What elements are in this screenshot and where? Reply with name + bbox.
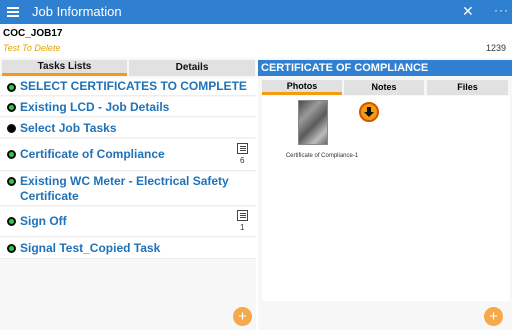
close-icon[interactable]: ✕ bbox=[462, 3, 474, 19]
task-item[interactable]: Sign Off 1 bbox=[0, 207, 256, 237]
notes-icon[interactable] bbox=[237, 210, 248, 221]
photos-area: Certificate of Compliance-1 bbox=[262, 96, 510, 301]
tab-notes[interactable]: Notes bbox=[344, 80, 424, 95]
task-label: Signal Test_Copied Task bbox=[20, 241, 161, 255]
task-label: Existing LCD - Job Details bbox=[20, 100, 170, 114]
tasks-pane: Tasks Lists Details SELECT CERTIFICATES … bbox=[0, 58, 256, 330]
tab-details[interactable]: Details bbox=[129, 60, 255, 76]
notes-count: 1 bbox=[240, 223, 245, 232]
photo-caption: Certificate of Compliance-1 bbox=[285, 153, 359, 159]
job-number: 1239 bbox=[485, 43, 506, 53]
task-label: Select Job Tasks bbox=[20, 121, 117, 135]
job-id: COC_JOB17 bbox=[3, 28, 63, 39]
status-dot-icon bbox=[7, 150, 16, 159]
task-label: Certificate of Compliance bbox=[20, 147, 165, 161]
status-dot-icon bbox=[7, 103, 16, 112]
task-label-continued: Certificate bbox=[20, 189, 79, 203]
status-dot-icon bbox=[7, 124, 16, 133]
task-item[interactable]: SELECT CERTIFICATES TO COMPLETE bbox=[0, 78, 256, 96]
task-item[interactable]: Existing LCD - Job Details bbox=[0, 97, 256, 117]
photo-thumbnail[interactable] bbox=[298, 100, 328, 145]
title-bar: Job Information ✕ ··· bbox=[0, 0, 512, 24]
add-photo-button[interactable]: + bbox=[484, 307, 503, 326]
tab-photos[interactable]: Photos bbox=[262, 80, 342, 95]
status-dot-icon bbox=[7, 83, 16, 92]
tab-files[interactable]: Files bbox=[427, 80, 508, 95]
status-dot-icon bbox=[7, 177, 16, 186]
certificate-header: CERTIFICATE OF COMPLIANCE bbox=[258, 60, 512, 76]
notes-icon[interactable] bbox=[237, 143, 248, 154]
left-tabs: Tasks Lists Details bbox=[0, 60, 256, 76]
hamburger-menu-icon[interactable] bbox=[6, 5, 20, 19]
tab-tasks-lists[interactable]: Tasks Lists bbox=[2, 60, 127, 76]
task-label: Existing WC Meter - Electrical Safety bbox=[20, 174, 229, 188]
task-item[interactable]: Select Job Tasks bbox=[0, 118, 256, 138]
notes-count: 6 bbox=[240, 156, 245, 165]
job-subtitle: Test To Delete bbox=[3, 43, 61, 53]
task-label: SELECT CERTIFICATES TO COMPLETE bbox=[20, 79, 247, 93]
window-title: Job Information bbox=[32, 4, 122, 19]
status-dot-icon bbox=[7, 217, 16, 226]
task-item[interactable]: Certificate of Compliance 6 bbox=[0, 139, 256, 171]
task-item[interactable]: Signal Test_Copied Task bbox=[0, 238, 256, 259]
download-icon[interactable] bbox=[359, 102, 379, 122]
more-options-icon[interactable]: ··· bbox=[494, 2, 509, 18]
status-dot-icon bbox=[7, 244, 16, 253]
add-task-button[interactable]: + bbox=[233, 307, 252, 326]
task-label: Sign Off bbox=[20, 214, 67, 228]
task-item[interactable]: Existing WC Meter - Electrical Safety Ce… bbox=[0, 172, 256, 206]
certificate-pane: CERTIFICATE OF COMPLIANCE Photos Notes F… bbox=[258, 58, 512, 330]
